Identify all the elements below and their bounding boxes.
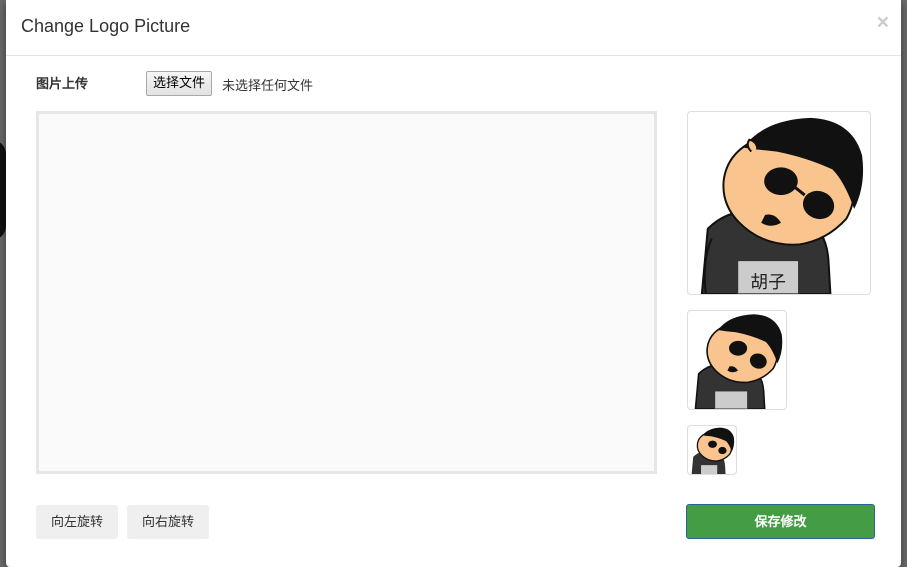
modal-title: Change Logo Picture [21, 16, 191, 36]
avatar-image-small [691, 427, 735, 474]
change-logo-modal: Change Logo Picture × 图片上传 选择文件 未选择任何文件 … [6, 0, 901, 567]
preview-medium [687, 310, 787, 410]
modal-header: Change Logo Picture × [6, 0, 901, 56]
rotate-left-button[interactable]: 向左旋转 [36, 505, 118, 539]
preview-large: 胡子 [687, 111, 871, 295]
image-crop-area[interactable] [36, 111, 657, 474]
save-changes-button[interactable]: 保存修改 [686, 504, 875, 539]
upload-label: 图片上传 [36, 76, 89, 91]
avatar-image-medium [694, 314, 783, 409]
choose-file-button[interactable]: 选择文件 [146, 71, 213, 96]
avatar-shirt-text: 胡子 [750, 272, 786, 293]
rotate-right-button[interactable]: 向右旋转 [127, 505, 209, 539]
file-status-text: 未选择任何文件 [222, 79, 314, 94]
close-icon[interactable]: × [877, 12, 889, 33]
preview-small [687, 425, 737, 475]
avatar-image-large: 胡子 [700, 117, 864, 294]
